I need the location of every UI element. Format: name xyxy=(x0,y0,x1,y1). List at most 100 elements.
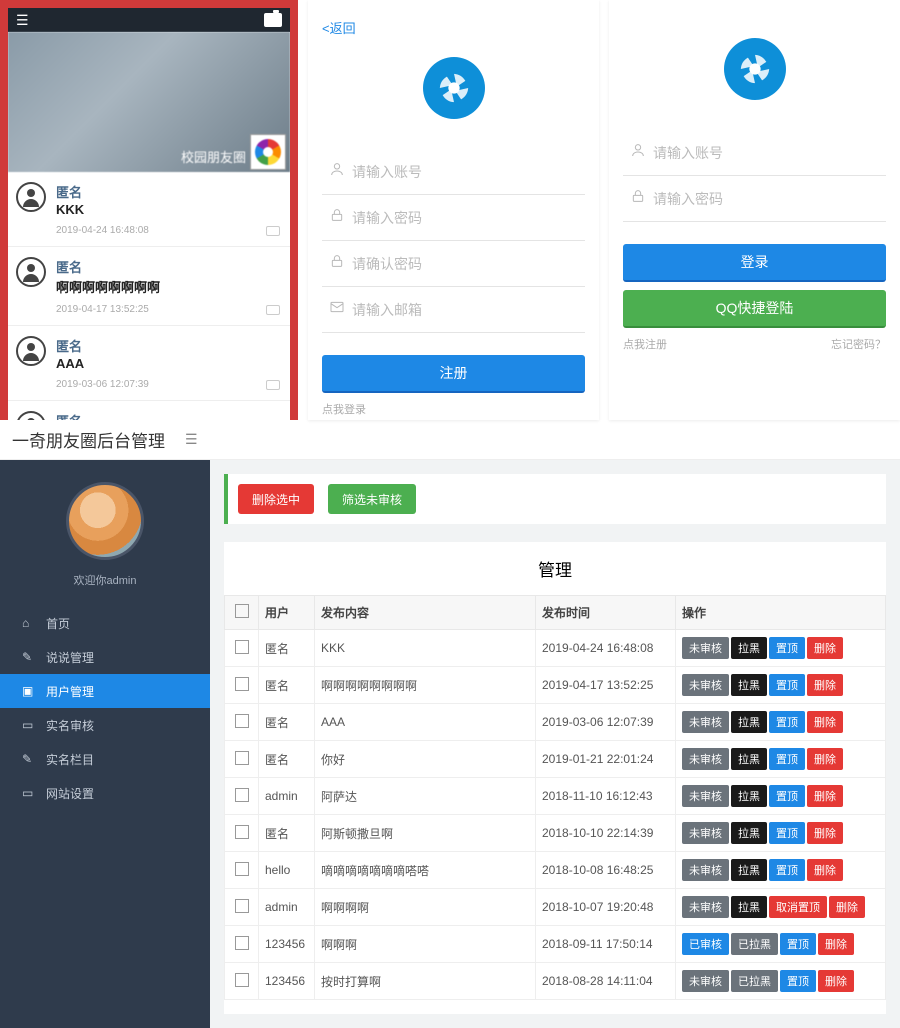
password-input[interactable] xyxy=(352,210,585,226)
sidebar-item[interactable]: ▣用户管理 xyxy=(0,674,210,708)
block-button[interactable]: 已拉黑 xyxy=(731,933,778,955)
pin-button[interactable]: 置顶 xyxy=(769,711,805,733)
select-all-checkbox[interactable] xyxy=(235,604,249,618)
back-link[interactable]: <返回 xyxy=(308,18,599,37)
password-input[interactable] xyxy=(653,191,886,207)
delete-button[interactable]: 删除 xyxy=(818,933,854,955)
login-button[interactable]: 登录 xyxy=(623,244,886,282)
feed-username: 匿名 xyxy=(56,182,282,201)
register-link[interactable]: 点我注册 xyxy=(623,336,667,352)
delete-button[interactable]: 删除 xyxy=(807,674,843,696)
cell-content: 啊啊啊 xyxy=(315,926,536,963)
menu-label: 说说管理 xyxy=(46,649,94,666)
password-confirm-input[interactable] xyxy=(352,256,585,272)
pin-button[interactable]: 置顶 xyxy=(769,822,805,844)
row-checkbox[interactable] xyxy=(235,862,249,876)
avatar[interactable] xyxy=(66,482,144,560)
block-button[interactable]: 拉黑 xyxy=(731,822,767,844)
sidebar-item[interactable]: ▭实名审核 xyxy=(0,708,210,742)
sidebar-item[interactable]: ✎说说管理 xyxy=(0,640,210,674)
menu-icon[interactable]: ☰ xyxy=(16,12,29,29)
color-wheel-icon xyxy=(255,139,281,165)
register-button[interactable]: 注册 xyxy=(322,355,585,393)
block-button[interactable]: 拉黑 xyxy=(731,637,767,659)
delete-button[interactable]: 删除 xyxy=(818,970,854,992)
feed-item[interactable]: 匿名你好 xyxy=(8,401,290,420)
review-button[interactable]: 未审核 xyxy=(682,822,729,844)
feed-action-icon[interactable] xyxy=(266,380,280,390)
review-button[interactable]: 已审核 xyxy=(682,933,729,955)
feed-action-icon[interactable] xyxy=(266,305,280,315)
row-checkbox[interactable] xyxy=(235,936,249,950)
cell-actions: 未审核已拉黑置顶删除 xyxy=(676,963,886,1000)
pin-button[interactable]: 置顶 xyxy=(769,637,805,659)
pin-button[interactable]: 置顶 xyxy=(780,933,816,955)
sidebar-item[interactable]: ✎实名栏目 xyxy=(0,742,210,776)
block-button[interactable]: 拉黑 xyxy=(731,859,767,881)
menu-toggle-icon[interactable]: ☰ xyxy=(185,431,198,448)
review-button[interactable]: 未审核 xyxy=(682,970,729,992)
block-button[interactable]: 已拉黑 xyxy=(731,970,778,992)
feed-item[interactable]: 匿名AAA2019-03-06 12:07:39 xyxy=(8,326,290,401)
row-checkbox[interactable] xyxy=(235,973,249,987)
cell-actions: 未审核拉黑置顶删除 xyxy=(676,741,886,778)
sidebar-item[interactable]: ⌂首页 xyxy=(0,606,210,640)
table-row: admin啊啊啊啊2018-10-07 19:20:48未审核拉黑取消置顶删除 xyxy=(225,889,886,926)
block-button[interactable]: 拉黑 xyxy=(731,711,767,733)
account-input[interactable] xyxy=(352,164,585,180)
review-button[interactable]: 未审核 xyxy=(682,785,729,807)
review-button[interactable]: 未审核 xyxy=(682,859,729,881)
delete-button[interactable]: 删除 xyxy=(807,711,843,733)
review-button[interactable]: 未审核 xyxy=(682,637,729,659)
cover-avatar[interactable] xyxy=(250,134,286,170)
sidebar-item[interactable]: ▭网站设置 xyxy=(0,776,210,810)
row-checkbox[interactable] xyxy=(235,899,249,913)
feed-item[interactable]: 匿名KKK2019-04-24 16:48:08 xyxy=(8,172,290,247)
filter-unreviewed-button[interactable]: 筛选未审核 xyxy=(328,484,416,514)
cell-user: admin xyxy=(259,889,315,926)
row-checkbox[interactable] xyxy=(235,640,249,654)
row-checkbox[interactable] xyxy=(235,714,249,728)
pin-button[interactable]: 置顶 xyxy=(769,748,805,770)
camera-icon[interactable] xyxy=(264,13,282,27)
delete-button[interactable]: 删除 xyxy=(807,785,843,807)
cell-actions: 未审核拉黑取消置顶删除 xyxy=(676,889,886,926)
delete-button[interactable]: 删除 xyxy=(807,748,843,770)
pin-button[interactable]: 置顶 xyxy=(769,859,805,881)
cell-content: 嘀嘀嘀嘀嘀嘀嘀嗒嗒 xyxy=(315,852,536,889)
cell-actions: 未审核拉黑置顶删除 xyxy=(676,852,886,889)
login-link[interactable]: 点我登录 xyxy=(322,401,585,417)
qq-login-button[interactable]: QQ快捷登陆 xyxy=(623,290,886,328)
pin-button[interactable]: 置顶 xyxy=(769,785,805,807)
review-button[interactable]: 未审核 xyxy=(682,896,729,918)
delete-button[interactable]: 删除 xyxy=(829,896,865,918)
pin-button[interactable]: 取消置顶 xyxy=(769,896,827,918)
th-user: 用户 xyxy=(259,596,315,630)
delete-button[interactable]: 删除 xyxy=(807,859,843,881)
review-button[interactable]: 未审核 xyxy=(682,674,729,696)
review-button[interactable]: 未审核 xyxy=(682,748,729,770)
feed-action-icon[interactable] xyxy=(266,226,280,236)
block-button[interactable]: 拉黑 xyxy=(731,785,767,807)
phone-statusbar: ☰ xyxy=(8,8,290,32)
row-checkbox[interactable] xyxy=(235,677,249,691)
cell-actions: 未审核拉黑置顶删除 xyxy=(676,778,886,815)
block-button[interactable]: 拉黑 xyxy=(731,674,767,696)
email-input[interactable] xyxy=(352,302,585,318)
delete-button[interactable]: 删除 xyxy=(807,822,843,844)
row-checkbox[interactable] xyxy=(235,788,249,802)
delete-selected-button[interactable]: 删除选中 xyxy=(238,484,314,514)
account-input[interactable] xyxy=(653,145,886,161)
cell-content: 阿斯顿撒旦啊 xyxy=(315,815,536,852)
block-button[interactable]: 拉黑 xyxy=(731,748,767,770)
feed-item[interactable]: 匿名啊啊啊啊啊啊啊啊2019-04-17 13:52:25 xyxy=(8,247,290,326)
block-button[interactable]: 拉黑 xyxy=(731,896,767,918)
delete-button[interactable]: 删除 xyxy=(807,637,843,659)
cell-user: 匿名 xyxy=(259,667,315,704)
pin-button[interactable]: 置顶 xyxy=(769,674,805,696)
review-button[interactable]: 未审核 xyxy=(682,711,729,733)
forgot-link[interactable]: 忘记密码？ xyxy=(831,336,886,352)
row-checkbox[interactable] xyxy=(235,825,249,839)
row-checkbox[interactable] xyxy=(235,751,249,765)
pin-button[interactable]: 置顶 xyxy=(780,970,816,992)
